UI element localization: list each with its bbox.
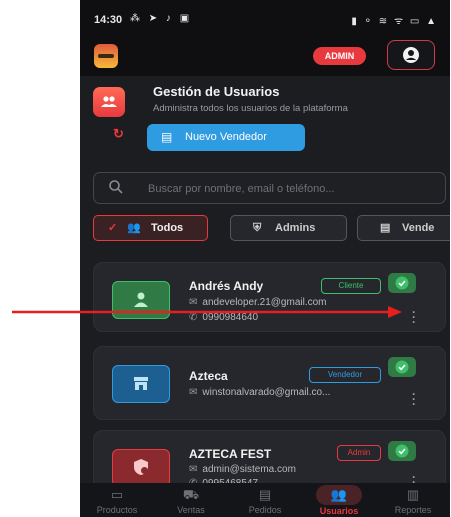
checkmark-icon: ✓ [108,222,118,234]
phone-screen: 14:30 ⁂ ➤ ♪ ▣ ▮ ⚬ ≋ ᯤ ▭ ▲ ADMIN Gestión … [80,0,450,517]
user-email: winstonalvarado@gmail.co... [202,387,331,398]
app-top-bar: ADMIN [80,40,450,76]
filter-chip-label: Todos [151,222,184,234]
active-status-icon[interactable] [388,273,416,293]
box-icon: ▭ [110,487,124,502]
nav-item-pedidos[interactable]: ▤ Pedidos [228,483,302,517]
filter-chip-admins[interactable]: ⛨ Admins [230,215,347,241]
status-time: 14:30 [94,14,123,26]
nav-item-productos[interactable]: ▭ Productos [80,483,154,517]
more-options-icon[interactable]: ··· [412,388,416,410]
admin-badge: ADMIN [313,47,366,65]
filter-chip-todos[interactable]: ✓ 👥 Todos [93,215,208,241]
filter-chip-vendedores[interactable]: ▤ Vende [357,215,450,241]
active-status-icon[interactable] [388,441,416,461]
avatar [112,365,170,403]
store-icon: ▤ [161,130,173,144]
status-notification-icons: ⁂ ➤ ♪ ▣ [130,13,193,24]
app-logo[interactable] [94,44,118,68]
store-icon [134,377,148,390]
cart-icon: ⛟ [182,487,200,502]
nav-item-label: Productos [96,505,138,515]
annotation-arrow [12,306,402,318]
filter-chip-label: Vende [402,222,435,234]
user-email-row: ✉ winstonalvarado@gmail.co... [189,387,330,398]
new-seller-label: Nuevo Vendedor [185,131,267,143]
profile-button[interactable] [387,40,435,70]
users-icon: 👥 [316,485,362,505]
user-email: admin@sistema.com [202,464,296,475]
role-badge: Cliente [321,278,381,294]
nav-item-ventas[interactable]: ⛟ Ventas [154,483,228,517]
status-system-icons: ▮ ⚬ ≋ ᯤ ▭ ▲ [351,16,438,27]
search-icon [109,180,123,194]
email-icon: ✉ [189,387,198,398]
active-status-icon[interactable] [388,357,416,377]
user-card[interactable]: Andrés Andy Cliente ✉ andeveloper.21@gmai… [93,262,446,332]
email-icon: ✉ [189,464,198,475]
shield-icon: ⛨ [253,222,262,234]
admin-icon [134,459,148,475]
search-bar[interactable] [93,172,446,204]
bottom-navigation: ▭ Productos ⛟ Ventas ▤ Pedidos 👥 Usuario… [80,483,450,517]
clipboard-icon: ▤ [258,487,272,502]
page-subtitle: Administra todos los usuarios de la plat… [153,103,348,114]
role-badge: Admin [337,445,381,461]
nav-item-usuarios[interactable]: 👥 Usuarios [302,483,376,517]
user-name: Azteca [189,369,228,383]
user-name: Andrés Andy [189,279,264,293]
role-badge: Vendedor [309,367,381,383]
status-bar: 14:30 ⁂ ➤ ♪ ▣ ▮ ⚬ ≋ ᯤ ▭ ▲ [80,0,450,40]
nav-item-label: Reportes [394,505,432,515]
chart-icon: ▥ [406,487,420,502]
nav-item-label: Pedidos [248,505,282,515]
more-options-icon[interactable]: ··· [412,306,416,328]
users-group-icon [93,87,125,117]
nav-item-label: Usuarios [319,506,359,516]
nav-item-reportes[interactable]: ▥ Reportes [376,483,450,517]
filter-chip-label: Admins [275,222,316,234]
user-name: AZTECA FEST [189,447,272,461]
user-email-row: ✉ admin@sistema.com [189,464,296,475]
refresh-icon[interactable]: ↻ [113,126,124,142]
new-seller-button[interactable]: ▤ Nuevo Vendedor [147,124,305,151]
search-input[interactable] [146,179,440,199]
user-card[interactable]: Azteca Vendedor ✉ winstonalvarado@gmail.c… [93,346,446,420]
user-icon [403,47,419,63]
page-title: Gestión de Usuarios [153,84,280,99]
users-icon: 👥 [127,222,141,234]
store-icon: ▤ [380,222,391,234]
avatar [112,449,170,487]
nav-item-label: Ventas [177,505,205,515]
